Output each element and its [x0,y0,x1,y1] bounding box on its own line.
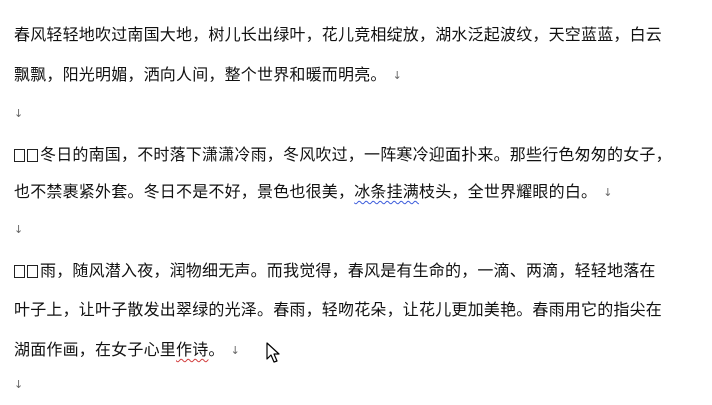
paragraph3-line2: 叶子上，让叶子散发出翠绿的光泽。春雨，轻吻花朵，让花儿更加美艳。春雨用它的指尖在 [14,300,662,320]
paragraph2-line2: 也不禁裹紧外套。冬日不是不好，景色也很美，冰条挂满枝头，全世界耀眼的白。 ↓ [14,182,613,203]
paragraph3-line3: 湖面作画，在女子心里作诗。 ↓ [14,340,240,361]
empty-paragraph-mark-icon: ↓ [14,378,24,391]
document-page[interactable]: 春风轻轻地吹过南国大地，树儿长出绿叶，花儿竞相绽放，湖水泛起波纹，天空蓝蓝，白云… [0,0,712,405]
grammar-flagged-text[interactable]: 冰条挂满 [354,182,419,201]
missing-glyph-box-icon [14,265,25,278]
empty-paragraph-mark-icon: ↓ [14,107,24,120]
paragraph2-line1-text: 冬日的南国，不时落下潇潇冷雨，冬风吹过，一阵寒冷迎面扑来。那些行色匆匆的女子， [40,145,672,164]
paragraph1-line2: 飘飘，阳光明媚，洒向人间，整个世界和暖而明亮。 ↓ [14,65,402,86]
paragraph3-line1-text: 雨，随风潜入夜，润物细无声。而我觉得，春风是有生命的，一滴、两滴，轻轻地落在 [40,261,656,280]
paragraph1-line1: 春风轻轻地吹过南国大地，树儿长出绿叶，花儿竞相绽放，湖水泛起波纹，天空蓝蓝，白云 [14,25,662,45]
spelling-flagged-text[interactable]: 作诗 [176,340,208,359]
mouse-pointer-icon [266,342,280,363]
missing-glyph-box-icon [27,265,38,278]
paragraph1-line1-text: 春风轻轻地吹过南国大地，树儿长出绿叶，花儿竞相绽放，湖水泛起波纹，天空蓝蓝，白云 [14,25,663,44]
paragraph3-line2-text: 叶子上，让叶子散发出翠绿的光泽。春雨，轻吻花朵，让花儿更加美艳。春雨用它的指尖在 [14,300,663,319]
paragraph-mark-icon: ↓ [230,344,241,357]
missing-glyph-box-icon [27,149,38,162]
paragraph3-line3-text: 湖面作画，在女子心里 [14,340,177,359]
paragraph-mark-icon: ↓ [603,186,613,199]
paragraph2-line2-text: 也不禁裹紧外套。冬日不是不好，景色也很美， [14,182,355,201]
paragraph1-line2-text: 飘飘，阳光明媚，洒向人间，整个世界和暖而明亮。 [14,65,387,84]
paragraph3-line1: 雨，随风潜入夜，润物细无声。而我觉得，春风是有生命的，一滴、两滴，轻轻地落在 [14,261,656,281]
empty-paragraph-mark-icon: ↓ [14,223,24,236]
missing-glyph-box-icon [14,149,25,162]
paragraph2-line1: 冬日的南国，不时落下潇潇冷雨，冬风吹过，一阵寒冷迎面扑来。那些行色匆匆的女子， [14,145,672,165]
paragraph-mark-icon: ↓ [392,69,403,82]
paragraph3-line3-text-end: 。 [208,340,225,359]
paragraph2-line2-text-end: 枝头，全世界耀眼的白。 [419,182,598,201]
